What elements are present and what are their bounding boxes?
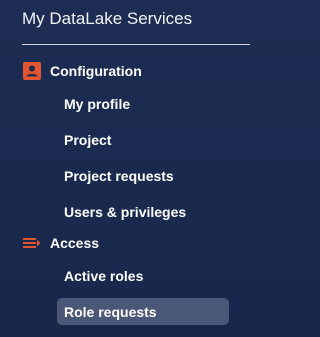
nav-item-project[interactable]: Project <box>57 126 229 153</box>
nav-item-label: Role requests <box>64 303 157 320</box>
divider <box>22 44 250 45</box>
section-configuration-label: Configuration <box>50 63 142 79</box>
nav-item-active-roles[interactable]: Active roles <box>57 262 229 289</box>
list-lines-icon <box>22 233 42 253</box>
section-access-label: Access <box>50 235 100 251</box>
section-configuration[interactable]: Configuration <box>22 60 142 82</box>
nav-item-my-profile[interactable]: My profile <box>57 90 229 117</box>
section-access[interactable]: Access <box>22 232 99 254</box>
sidebar: My DataLake Services Configuration My pr… <box>0 0 273 337</box>
nav-item-label: My profile <box>64 95 131 112</box>
nav-item-label: Users & privileges <box>64 203 187 220</box>
app-title: My DataLake Services <box>22 9 193 28</box>
account-box-icon <box>22 61 42 81</box>
nav-item-project-requests[interactable]: Project requests <box>57 162 229 189</box>
nav-item-label: Project requests <box>64 167 174 184</box>
nav-item-role-requests[interactable]: Role requests <box>57 298 229 325</box>
nav-item-label: Active roles <box>64 267 144 284</box>
nav-item-users-privileges[interactable]: Users & privileges <box>57 198 229 225</box>
nav-item-label: Project <box>64 131 112 148</box>
